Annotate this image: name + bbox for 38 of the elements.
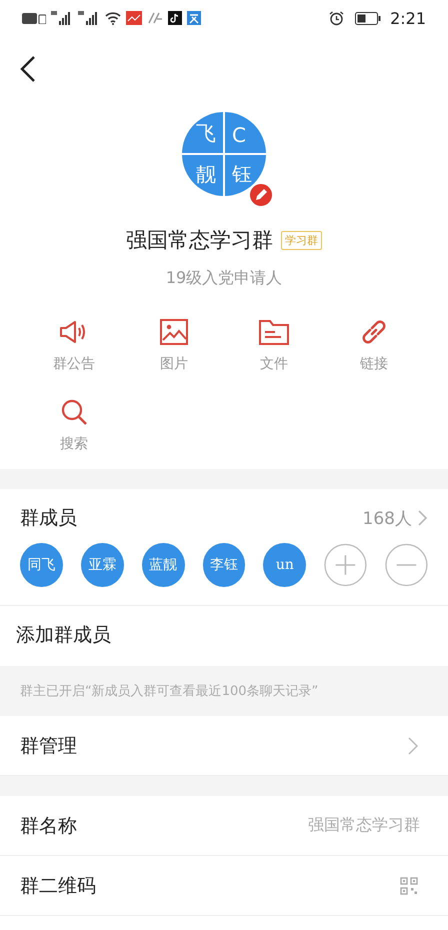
action-button[interactable]: 图片 (124, 317, 224, 373)
chevron-icon[interactable] (418, 510, 428, 526)
app-icon (168, 11, 182, 25)
member-avatar[interactable]: 同飞 (20, 543, 63, 587)
signal-icon (78, 11, 100, 25)
add-member-icon[interactable] (324, 543, 368, 587)
battery-icon (355, 12, 382, 24)
member-count[interactable]: 168人 (362, 506, 412, 530)
section-title: 群成员 (20, 506, 78, 531)
action-button[interactable]: 搜索 (24, 397, 124, 453)
qr-code-icon (400, 876, 418, 894)
alarm-icon (329, 10, 344, 26)
group-name: 强国常态学习群 (126, 227, 273, 254)
link-icon (360, 318, 388, 346)
action-button[interactable]: 群公告 (24, 317, 124, 373)
search-icon (60, 398, 88, 426)
group-description: 19级入党申请人 (164, 268, 284, 289)
hd-icon (22, 12, 46, 24)
app-icon (126, 11, 142, 25)
image-icon (160, 319, 188, 345)
clock-time: 2:21 (390, 8, 426, 28)
action-button[interactable]: 文件 (224, 317, 324, 373)
folder-icon (259, 319, 289, 345)
app-icon (187, 11, 201, 25)
group-avatar[interactable]: 飞 C 靓 钰 (182, 112, 266, 196)
wifi-icon (105, 12, 121, 24)
member-avatar[interactable]: 李钰 (202, 543, 246, 587)
remove-member-icon[interactable] (385, 543, 428, 587)
notice-text: 群主已开启“新成员入群可查看最近100条聊天记录” (0, 666, 448, 716)
app-icon (147, 11, 163, 25)
edit-icon[interactable] (248, 182, 274, 208)
chevron-icon (408, 736, 418, 754)
signal-icon (51, 11, 73, 25)
member-avatar[interactable]: 亚霖 (80, 543, 124, 587)
member-avatar[interactable]: un (263, 543, 306, 587)
action-button[interactable]: 链接 (324, 317, 424, 373)
group-tag: 学习群 (281, 230, 322, 250)
member-avatar[interactable]: 蓝靓 (142, 543, 185, 587)
